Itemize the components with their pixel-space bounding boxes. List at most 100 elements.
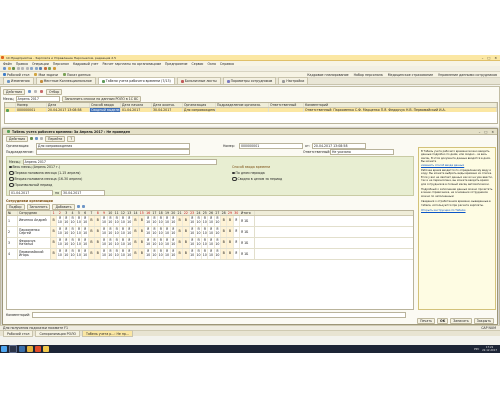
fill-lists-button[interactable]: Заполнить списки по данным РОЛО в 1С 8С xyxy=(61,95,142,102)
menu-enterprise[interactable]: Предприятие xyxy=(165,62,188,66)
day-code: В xyxy=(52,240,55,245)
language-indicator[interactable]: РУС xyxy=(474,348,479,351)
calculator-icon[interactable] xyxy=(43,67,47,70)
task-view-icon[interactable] xyxy=(19,346,25,352)
resp-field[interactable]: Не указано xyxy=(330,149,394,155)
quick-hr-planning[interactable]: Кадровое планирование xyxy=(307,73,348,77)
copy-icon[interactable] xyxy=(34,90,37,93)
window-tab-desktop[interactable]: Рабочий стол xyxy=(3,330,34,337)
add-row-button[interactable]: Добавить xyxy=(52,203,75,210)
help-icon[interactable] xyxy=(52,67,56,70)
quick-employee-data[interactable]: Управление данными сотрудников xyxy=(438,73,497,77)
help-link-instructions[interactable]: Открыть инструкцию по Табелю xyxy=(421,209,493,212)
tab-settings[interactable]: Настройки xyxy=(278,77,309,85)
browser-icon[interactable] xyxy=(35,346,41,352)
help-button[interactable]: ? xyxy=(67,135,76,142)
dialog-maximize-icon[interactable]: □ xyxy=(484,130,487,134)
period-option-second-half[interactable]: Вторая половина месяца (16-30 апреля) xyxy=(9,176,82,181)
print-button[interactable]: Печать xyxy=(417,318,436,324)
table-row[interactable]: 4 Первомайский Игорь В Я 10 Я 10 Я 10 Я 10 Я 10 В В Я 10… xyxy=(7,249,413,260)
dialog-minimize-icon[interactable]: – xyxy=(479,130,481,134)
menu-operations[interactable]: Операции xyxy=(32,62,49,66)
select-employees-button[interactable]: Подбор xyxy=(6,203,25,210)
menu-personnel[interactable]: Персонал xyxy=(53,62,69,66)
quick-tasks[interactable]: Мои задачи xyxy=(34,73,58,77)
1c-app-icon[interactable] xyxy=(43,346,49,352)
menu-help[interactable]: Справка xyxy=(220,62,234,66)
menu-file[interactable]: Файл xyxy=(3,62,12,66)
tab-timesheets[interactable]: Табели учета рабочего времени (7/13) xyxy=(97,77,175,85)
window-tab-sync[interactable]: Синхронизация РОЛО xyxy=(35,330,80,337)
menu-hr[interactable]: Кадровый учет xyxy=(73,62,98,66)
comment-field[interactable] xyxy=(32,312,407,318)
day-hours: 10 xyxy=(190,253,195,257)
input-method-summary[interactable]: Сводно в целом за период xyxy=(232,176,282,181)
help-link-change-method[interactable]: изменить способ ввода данных xyxy=(421,164,493,167)
tab-changes[interactable]: Изменения xyxy=(3,77,34,85)
search-icon[interactable] xyxy=(9,345,17,353)
menu-edit[interactable]: Правка xyxy=(16,62,28,66)
go-button[interactable]: Перейти xyxy=(45,135,66,142)
windows-start-icon[interactable] xyxy=(1,346,7,352)
save-icon[interactable] xyxy=(35,137,38,140)
tab-local[interactable]: Местные Коллекциональное xyxy=(35,77,96,85)
table-row[interactable]: 3 Федорчук Наталья В Я 10 Я 10 Я 10 Я 10 Я 10 В В Я 10 Я 1… xyxy=(7,238,413,249)
day-hours: 10 xyxy=(101,220,107,224)
paste-icon[interactable] xyxy=(25,67,29,70)
list-filter-button[interactable]: Отбор xyxy=(46,88,63,95)
menu-service[interactable]: Сервис xyxy=(192,62,204,66)
period-option-custom[interactable]: Произвольный период xyxy=(9,182,82,187)
quick-medical[interactable]: Медицинское страхование xyxy=(388,73,433,77)
employee-name: Ивченко Андрей xyxy=(18,216,51,226)
dialog-actions-button[interactable]: Действия xyxy=(6,135,28,142)
structure-icon[interactable] xyxy=(40,137,43,140)
window-tab-timesheet[interactable]: Табель учета р...: Не пр... xyxy=(82,330,133,337)
period-option-full[interactable]: Весь месяц (Апрель 2017 г.) xyxy=(9,165,82,169)
period-from-field[interactable]: 01.04.2017 xyxy=(9,190,53,196)
row-org: Для сопровождения xyxy=(184,108,216,112)
table-row[interactable]: 000000001 20.04.2017 13:08:58 Сводный вы… xyxy=(5,108,497,112)
table-row[interactable]: 2 Пархоменко Сергей В Я 10 Я 10 Я 10 Я 10 Я 10 В В Я 10 Я… xyxy=(7,227,413,238)
tab-sick-leave[interactable]: Больничные листы xyxy=(176,77,221,85)
number-field[interactable]: 000000001 xyxy=(239,143,303,149)
minimize-icon[interactable]: – xyxy=(482,56,484,60)
file-explorer-icon[interactable] xyxy=(27,346,33,352)
ok-button[interactable]: OK xyxy=(437,318,449,324)
clock[interactable]: 17:21 22.12.2017 xyxy=(482,346,497,352)
undo-icon[interactable] xyxy=(30,67,33,70)
period-to-field[interactable]: 30.04.2017 xyxy=(61,190,106,196)
input-method-by-day[interactable]: По дням периода xyxy=(232,171,282,175)
new-icon[interactable] xyxy=(3,67,6,70)
menu-windows[interactable]: Окна xyxy=(207,62,215,66)
delete-icon[interactable] xyxy=(40,90,43,93)
post-icon[interactable] xyxy=(30,137,33,140)
search-icon[interactable] xyxy=(39,67,42,70)
maximize-icon[interactable]: □ xyxy=(487,56,490,60)
dept-field[interactable] xyxy=(36,149,190,155)
tab-employee-params[interactable]: Параметры сотрудников xyxy=(222,77,277,85)
move-up-icon[interactable] xyxy=(76,205,80,208)
quick-desktop[interactable]: Рабочий стол xyxy=(3,73,29,77)
month-select[interactable]: Апрель 2017 xyxy=(15,95,60,102)
save-button[interactable]: Записать xyxy=(450,318,472,324)
dialog-close-icon[interactable]: × xyxy=(491,130,494,134)
calendar-icon[interactable] xyxy=(48,67,51,70)
quick-recruitment[interactable]: Набор персонала xyxy=(354,73,383,77)
close-button[interactable]: Закрыть xyxy=(473,318,494,324)
redo-icon[interactable] xyxy=(34,67,38,70)
copy-icon[interactable] xyxy=(21,67,24,70)
period-option-first-half[interactable]: Первая половина месяца (1-15 апреля) xyxy=(9,170,82,175)
move-down-icon[interactable] xyxy=(81,205,85,208)
menu-payroll[interactable]: Расчет зарплаты по организациям xyxy=(102,62,161,66)
dept-label: Подразделение: xyxy=(6,150,34,154)
open-icon[interactable] xyxy=(7,67,11,70)
cut-icon[interactable] xyxy=(16,67,20,70)
quick-show-data[interactable]: Показ данных xyxy=(62,73,91,77)
close-icon[interactable]: × xyxy=(494,56,497,60)
row-number: 000000001 xyxy=(16,108,47,112)
list-actions-button[interactable]: Действия xyxy=(3,88,25,95)
fill-button[interactable]: Заполнить xyxy=(26,203,51,210)
table-row[interactable]: 1 Ивченко Андрей В Я 10 Я 10 Я 10 Я 10 Я 10 В В Я 10 Я 10 Я… xyxy=(7,216,413,227)
save-icon[interactable] xyxy=(12,67,15,70)
add-icon[interactable] xyxy=(28,90,31,93)
